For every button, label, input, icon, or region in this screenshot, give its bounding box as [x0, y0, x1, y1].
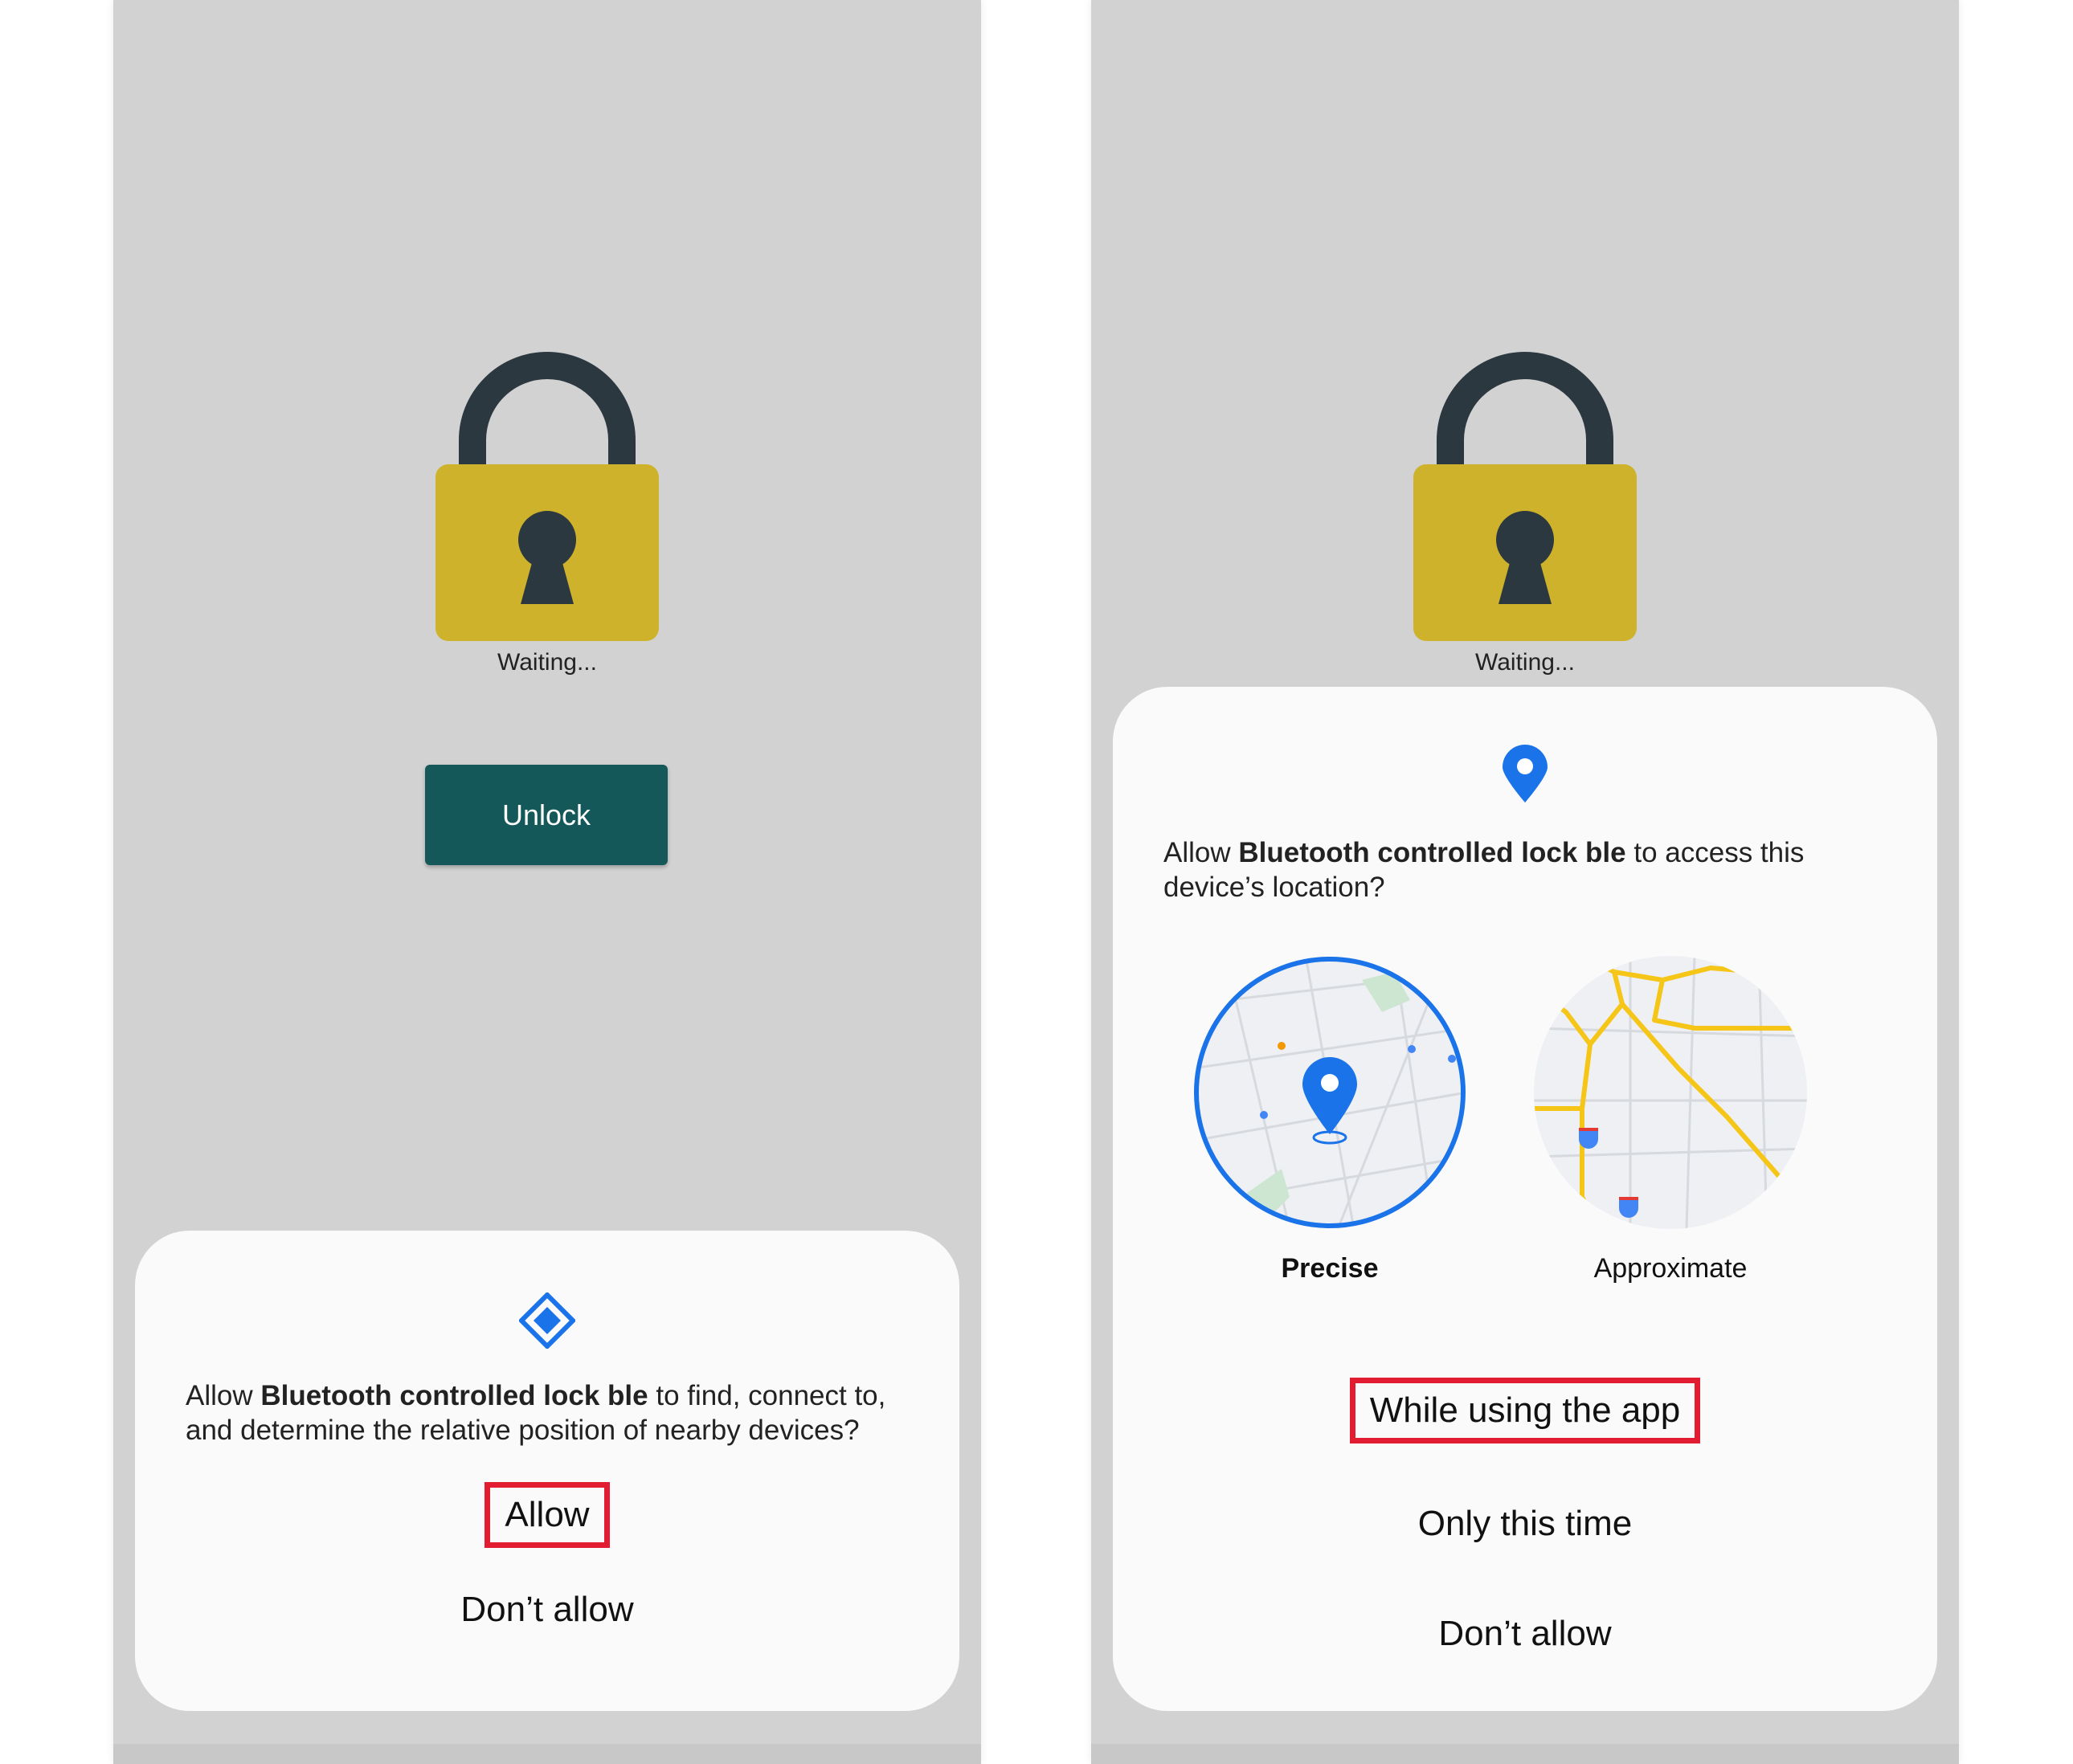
unlock-button[interactable]: Unlock: [425, 765, 668, 865]
permission-prompt: Allow Bluetooth controlled lock ble to a…: [1163, 837, 1805, 903]
while-using-the-app-button[interactable]: While using the app: [1113, 1378, 1937, 1443]
allow-button[interactable]: Allow: [135, 1482, 959, 1548]
phone-screen-location: Waiting... Allow Bluetooth controlled lo…: [1091, 0, 1959, 1764]
nearby-devices-icon: [519, 1292, 575, 1349]
approximate-map-icon: [1534, 956, 1807, 1229]
phone-screen-nearby-devices: Waiting... Unlock Allow Bluetooth contro…: [113, 0, 981, 1764]
app-name: Bluetooth controlled lock ble: [260, 1380, 648, 1411]
dont-allow-button[interactable]: Don’t allow: [1113, 1615, 1937, 1653]
approximate-label: Approximate: [1593, 1253, 1748, 1284]
precise-location-option[interactable]: Precise: [1193, 956, 1466, 1293]
precise-map-icon: [1194, 957, 1466, 1228]
approximate-location-option[interactable]: Approximate: [1534, 956, 1807, 1293]
navigation-bar: [1091, 1744, 1959, 1764]
navigation-bar: [113, 1744, 981, 1764]
location-pin-icon: [1503, 745, 1548, 802]
precise-label: Precise: [1281, 1253, 1379, 1284]
padlock-icon: [1413, 352, 1637, 641]
status-text: Waiting...: [497, 649, 597, 676]
location-permission-dialog: Allow Bluetooth controlled lock ble to a…: [1113, 687, 1937, 1711]
dont-allow-button[interactable]: Don’t allow: [135, 1590, 959, 1629]
permission-prompt: Allow Bluetooth controlled lock ble to f…: [186, 1380, 886, 1446]
nearby-devices-permission-dialog: Allow Bluetooth controlled lock ble to f…: [135, 1231, 959, 1711]
status-text: Waiting...: [1475, 649, 1575, 676]
app-name: Bluetooth controlled lock ble: [1238, 837, 1626, 868]
padlock-icon: [435, 352, 659, 641]
only-this-time-button[interactable]: Only this time: [1113, 1505, 1937, 1543]
